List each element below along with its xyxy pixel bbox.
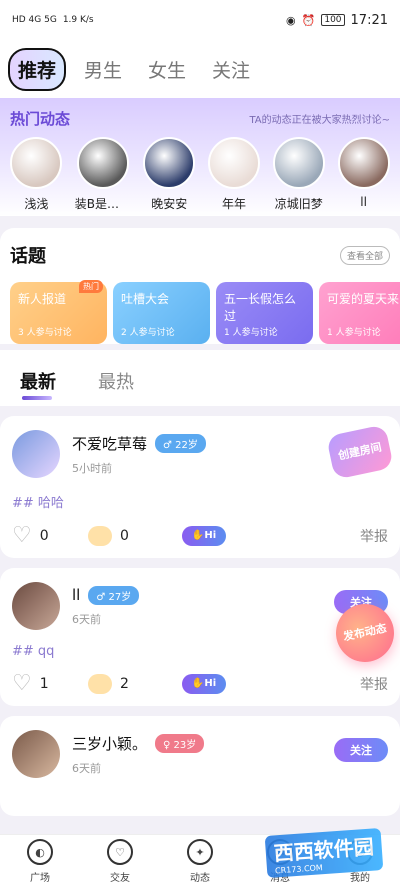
topic-count: 1 人参与讨论 (327, 328, 381, 338)
comment-count: 2 (120, 675, 129, 692)
post-time: 6天前 (72, 612, 101, 626)
moments-icon: ✦ (187, 839, 213, 865)
comment-button[interactable]: 2 (88, 673, 164, 694)
clock: 17:21 (350, 12, 388, 28)
feed-tabs: 最新 最热 (0, 350, 400, 406)
topic-name: 五一长假怎么过 (224, 292, 297, 323)
planet-icon: ◐ (27, 839, 53, 865)
age-badge: ♀ 23岁 (155, 733, 205, 753)
avatar[interactable] (207, 137, 260, 189)
comment-icon (88, 673, 112, 694)
avatar[interactable] (12, 430, 60, 478)
say-hi-button[interactable]: ✋ Hi (182, 525, 226, 546)
age-badge: ♂ 22岁 (155, 433, 206, 453)
hot-user[interactable]: 晚安安 (143, 137, 196, 212)
nav-friends[interactable]: ♡ 交友 (90, 839, 150, 884)
tab-latest[interactable]: 最新 (20, 368, 56, 400)
username: ll (72, 586, 81, 604)
tab-recommend[interactable]: 推荐 (8, 47, 67, 91)
hot-user[interactable]: 凉城旧梦 (272, 137, 325, 212)
say-hi-button[interactable]: ✋ Hi (182, 673, 226, 694)
post-card[interactable]: 三岁小颖。 ♀ 23岁 6天前 关注 (0, 716, 400, 816)
hot-user[interactable]: 浅浅 (10, 137, 63, 212)
topics-title: 话题 (10, 246, 46, 267)
hot-user[interactable]: ll (337, 137, 390, 212)
username: 三岁小颖。 (72, 734, 148, 753)
like-button[interactable]: ♡ 0 (12, 523, 88, 548)
hot-user[interactable]: 装B是挨… (75, 137, 131, 212)
topic-card[interactable]: 五一长假怎么过 1 人参与讨论 (216, 282, 313, 344)
like-count: 1 (39, 675, 49, 692)
alarm-icon: ⏰ (301, 13, 316, 27)
hand-wave-icon: ✋ (191, 678, 205, 689)
post-card[interactable]: ll ♂ 27岁 6天前 关注 发布动态 ## qq ♡ 1 2 ✋ Hi 举报 (0, 568, 400, 706)
report-button[interactable]: 举报 (360, 526, 388, 546)
hot-user-name: ll (360, 195, 367, 209)
topic-count: 2 人参与讨论 (121, 328, 175, 338)
post-tag[interactable]: ## qq (12, 644, 388, 659)
topic-card[interactable]: 可爱的夏天来 1 人参与讨论 (319, 282, 400, 344)
avatar[interactable] (272, 137, 325, 189)
post-time: 5小时前 (72, 461, 112, 475)
topic-list: 新人报道 3 人参与讨论 热门 吐槽大会 2 人参与讨论 五一长假怎么过 1 人参与讨论 可爱… (10, 280, 400, 344)
post-card[interactable]: 不爱吃草莓 ♂ 22岁 5小时前 创建房间 ## 哈哈 ♡ 0 0 ✋ Hi 举报 (0, 416, 400, 558)
heart-icon: ♡ (12, 671, 32, 696)
watermark-logo: 西西软件园 CR173.COM (264, 828, 384, 878)
topic-count: 3 人参与讨论 (18, 328, 72, 338)
hot-user[interactable]: 年年 (207, 137, 261, 212)
topic-name: 吐槽大会 (121, 292, 170, 306)
hot-user-name: 凉城旧梦 (274, 197, 323, 211)
topic-count: 1 人参与讨论 (224, 328, 278, 338)
avatar[interactable] (12, 730, 60, 778)
hot-subtitle: TA的动态正在被大家热烈讨论~ (249, 115, 390, 126)
heart-icon: ♡ (107, 839, 133, 865)
topics-section: 话题 查看全部 新人报道 3 人参与讨论 热门 吐槽大会 2 人参与讨论 五一长假怎么过 1… (0, 228, 400, 344)
avatar[interactable] (12, 582, 60, 630)
post-time: 6天前 (72, 761, 101, 775)
age-badge: ♂ 27岁 (88, 585, 140, 605)
tab-following[interactable]: 关注 (204, 50, 258, 89)
like-button[interactable]: ♡ 1 (12, 671, 88, 696)
tab-girls[interactable]: 女生 (140, 50, 194, 89)
hot-badge: 热门 (79, 280, 103, 293)
comment-button[interactable]: 0 (88, 525, 164, 546)
hot-user-name: 装B是挨… (74, 197, 131, 211)
hand-wave-icon: ✋ (191, 530, 205, 541)
avatar[interactable] (143, 137, 196, 189)
topic-name: 可爱的夏天来 (327, 292, 400, 306)
battery-icon: 100 (321, 14, 345, 26)
username: 不爱吃草莓 (72, 434, 148, 453)
avatar[interactable] (76, 137, 129, 189)
follow-button[interactable]: 关注 (334, 738, 388, 762)
comment-count: 0 (120, 527, 129, 544)
avatar[interactable] (337, 137, 390, 189)
status-bar: HD 4G 5G 1.9 K/s ◉ ⏰ 100 17:21 (0, 0, 400, 40)
hot-user-name: 浅浅 (24, 197, 49, 211)
report-button[interactable]: 举报 (360, 674, 388, 694)
heart-icon: ♡ (12, 523, 32, 548)
nav-square[interactable]: ◐ 广场 (10, 839, 70, 884)
top-tabs: 推荐 男生 女生 关注 (0, 40, 400, 98)
tab-hottest[interactable]: 最热 (98, 368, 134, 394)
hot-user-name: 年年 (221, 197, 246, 211)
signal-icon: HD 4G 5G (12, 15, 57, 25)
hot-panel: 热门动态 TA的动态正在被大家热烈讨论~ 浅浅 装B是挨… 晚安安 年年 凉城旧梦 ll (0, 98, 400, 216)
topic-card[interactable]: 新人报道 3 人参与讨论 热门 (10, 280, 107, 344)
comment-icon (88, 525, 112, 546)
avatar[interactable] (10, 137, 63, 189)
wifi-speed: 1.9 K/s (62, 15, 94, 25)
nav-moments[interactable]: ✦ 动态 (170, 839, 230, 884)
hot-user-list: 浅浅 装B是挨… 晚安安 年年 凉城旧梦 ll (10, 137, 390, 212)
hot-user-name: 晚安安 (151, 197, 188, 211)
view-all-button[interactable]: 查看全部 (339, 245, 390, 265)
eye-icon: ◉ (286, 13, 296, 27)
tab-boys[interactable]: 男生 (76, 50, 130, 89)
post-tag[interactable]: ## 哈哈 (12, 492, 388, 511)
topic-card[interactable]: 吐槽大会 2 人参与讨论 (113, 282, 210, 344)
like-count: 0 (39, 527, 49, 544)
hot-title: 热门动态 (10, 110, 71, 128)
